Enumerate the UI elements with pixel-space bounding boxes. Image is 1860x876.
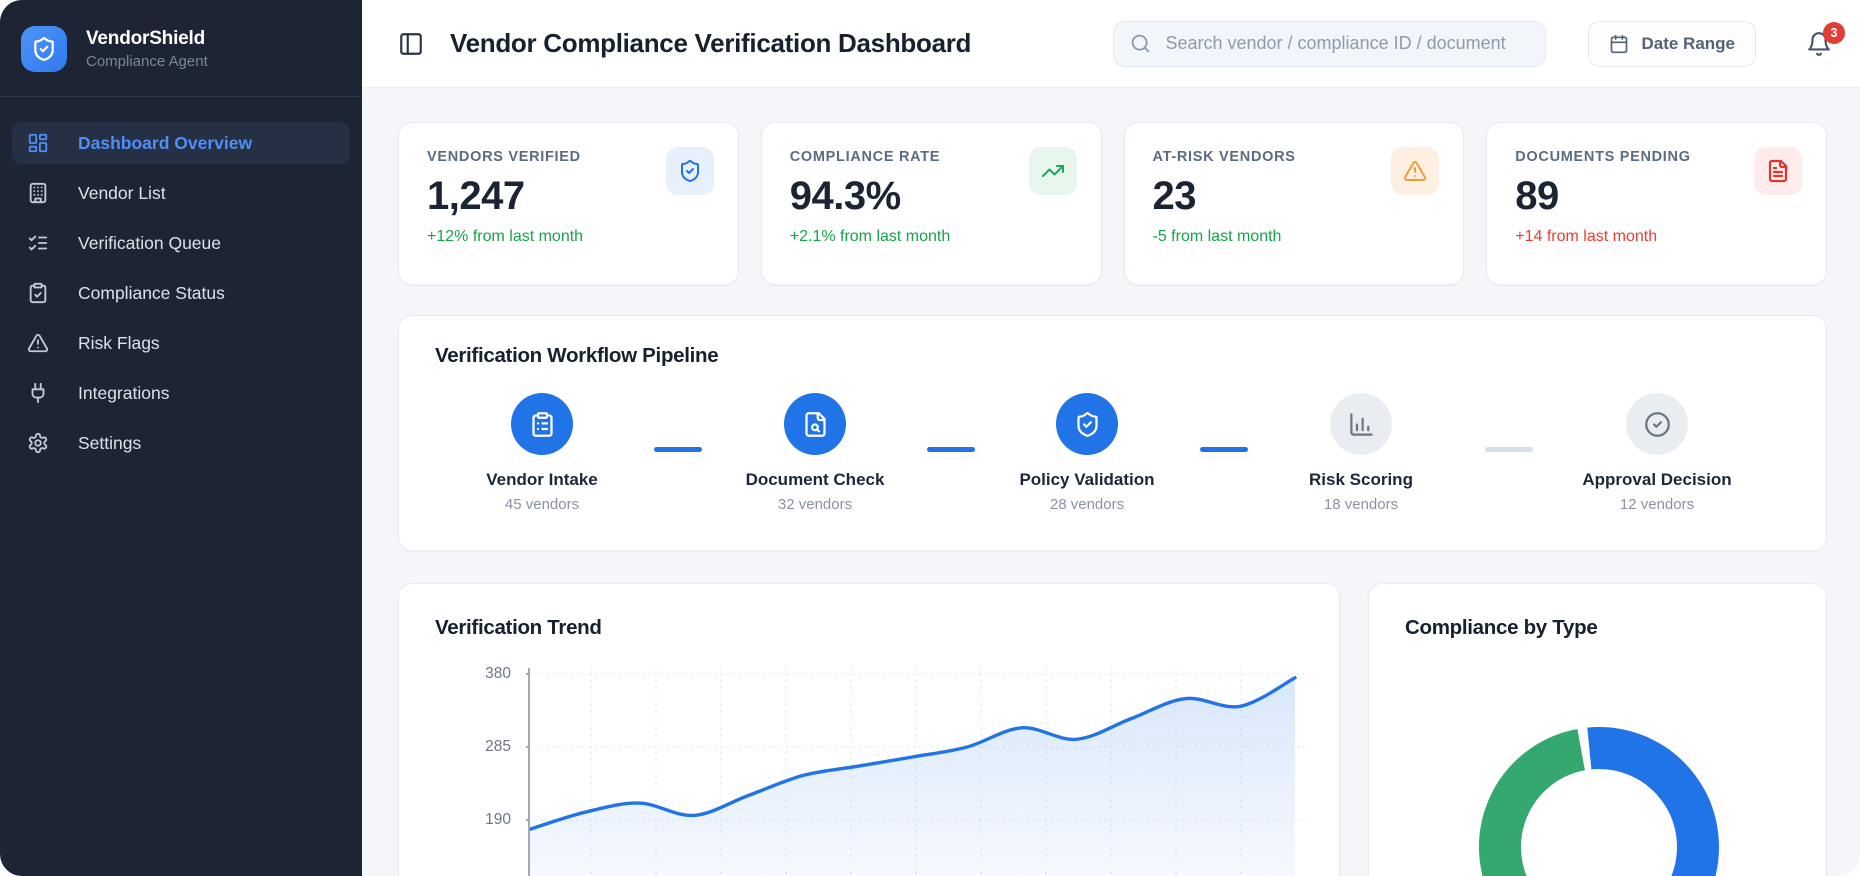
search-icon (1132, 34, 1150, 53)
step-label: Approval Decision (1582, 470, 1732, 489)
stat-card-compliance-rate: COMPLIANCE RATE 94.3% +2.1% from last mo… (760, 122, 1102, 285)
stat-cards-row: VENDORS VERIFIED 1,247 +12% from last mo… (398, 122, 1827, 285)
page-title: Vendor Compliance Verification Dashboard (450, 28, 972, 58)
pipeline-connector (1200, 447, 1248, 452)
step-count: 32 vendors (777, 496, 853, 513)
alert-triangle-icon (1391, 147, 1440, 195)
circle-check-icon (1626, 393, 1688, 455)
brand: VendorShield Compliance Agent (0, 0, 362, 97)
trending-up-icon (1028, 147, 1077, 195)
notifications-bell-icon[interactable]: 3 (1806, 21, 1845, 57)
sidebar-item-verification-queue[interactable]: Verification Queue (12, 222, 350, 264)
sidebar-item-settings[interactable]: Settings (12, 422, 350, 464)
step-label: Document Check (745, 470, 885, 489)
brand-name: VendorShield (86, 28, 206, 49)
trend-chart-title: Verification Trend (435, 616, 602, 639)
pipeline-connector (654, 447, 702, 452)
file-search-icon (784, 393, 846, 455)
pipeline-title: Verification Workflow Pipeline (435, 344, 719, 367)
pipeline-connector (927, 447, 975, 452)
list-checks-icon (27, 232, 49, 254)
sidebar-item-integrations[interactable]: Integrations (12, 372, 350, 414)
verification-pipeline-card: Verification Workflow Pipeline Vendor In… (398, 315, 1827, 551)
stat-card-documents-pending: DOCUMENTS PENDING 89 +14 from last month (1486, 122, 1827, 285)
step-label: Risk Scoring (1309, 470, 1413, 489)
file-text-icon (1754, 147, 1802, 195)
trend-line-chart (526, 668, 1305, 876)
step-label: Vendor Intake (486, 470, 598, 489)
sidebar-item-label: Settings (78, 432, 142, 453)
app-window: VendorShield Compliance Agent Dashboard … (0, 0, 1860, 876)
brand-subtitle: Compliance Agent (86, 53, 208, 70)
brand-text: VendorShield Compliance Agent (86, 28, 208, 70)
pipeline-step-risk-scoring[interactable]: Risk Scoring 18 vendors (1273, 393, 1449, 513)
sidebar-item-label: Vendor List (78, 182, 166, 203)
sidebar-item-label: Integrations (78, 382, 170, 403)
sidebar-item-dashboard-overview[interactable]: Dashboard Overview (12, 122, 350, 164)
search-box (1113, 20, 1547, 67)
dashboard-grid-icon (27, 132, 49, 154)
stat-delta: -5 from last month (1152, 228, 1282, 245)
stat-delta: +14 from last month (1515, 228, 1658, 245)
date-range-label: Date Range (1641, 33, 1735, 53)
pipeline-connector (1485, 447, 1533, 452)
gear-icon (27, 432, 49, 454)
search-input[interactable] (1163, 32, 1530, 55)
sidebar-item-compliance-status[interactable]: Compliance Status (12, 272, 350, 314)
shield-check-icon (665, 147, 714, 195)
notification-badge: 3 (1823, 21, 1845, 44)
sidebar-toggle-icon[interactable] (398, 31, 424, 57)
clipboard-list-icon (511, 393, 573, 455)
pipeline-step-policy-validation[interactable]: Policy Validation 28 vendors (999, 393, 1175, 513)
header: Vendor Compliance Verification Dashboard… (362, 0, 1860, 88)
clipboard-check-icon (27, 282, 49, 304)
y-axis-tick: 380 (485, 665, 511, 682)
dashboard-main: VENDORS VERIFIED 1,247 +12% from last mo… (362, 88, 1860, 876)
pipeline-step-vendor-intake[interactable]: Vendor Intake 45 vendors (454, 393, 630, 513)
charts-row: Verification Trend 380 285 190 Complianc… (398, 583, 1827, 876)
stat-delta: +12% from last month (427, 228, 584, 245)
step-count: 12 vendors (1619, 496, 1695, 513)
pipeline-step-approval-decision[interactable]: Approval Decision 12 vendors (1569, 393, 1745, 513)
sidebar-item-label: Dashboard Overview (78, 132, 253, 153)
sidebar-item-risk-flags[interactable]: Risk Flags (12, 322, 350, 364)
bar-chart-icon (1330, 393, 1392, 455)
stat-delta: +2.1% from last month (789, 228, 951, 245)
compliance-donut-chart (1479, 727, 1719, 876)
y-axis-tick: 190 (485, 811, 511, 828)
pipeline-step-document-check[interactable]: Document Check 32 vendors (727, 393, 903, 513)
vendorshield-logo-icon (21, 26, 67, 72)
sidebar-item-vendor-list[interactable]: Vendor List (12, 172, 350, 214)
sidebar: VendorShield Compliance Agent Dashboard … (0, 0, 362, 876)
donut-chart-title: Compliance by Type (1405, 616, 1598, 639)
stat-card-at-risk-vendors: AT-RISK VENDORS 23 -5 from last month (1123, 122, 1465, 285)
verification-trend-card: Verification Trend 380 285 190 (398, 583, 1340, 876)
building-icon (27, 182, 49, 204)
step-label: Policy Validation (1019, 470, 1155, 489)
sidebar-item-label: Risk Flags (78, 332, 160, 353)
date-range-button[interactable]: Date Range (1588, 20, 1756, 67)
content: Vendor Compliance Verification Dashboard… (362, 0, 1860, 876)
sidebar-nav: Dashboard Overview Vendor List Verificat… (0, 97, 362, 497)
shield-check-icon (1056, 393, 1118, 455)
alert-triangle-icon (27, 332, 49, 354)
step-count: 45 vendors (504, 496, 580, 513)
sidebar-item-label: Verification Queue (78, 232, 222, 253)
sidebar-item-label: Compliance Status (78, 282, 225, 303)
compliance-by-type-card: Compliance by Type (1368, 583, 1827, 876)
step-count: 18 vendors (1323, 496, 1399, 513)
plug-icon (27, 382, 49, 404)
step-count: 28 vendors (1049, 496, 1125, 513)
y-axis-tick: 285 (485, 738, 511, 755)
calendar-icon (1611, 34, 1628, 53)
stat-card-vendors-verified: VENDORS VERIFIED 1,247 +12% from last mo… (398, 122, 739, 285)
